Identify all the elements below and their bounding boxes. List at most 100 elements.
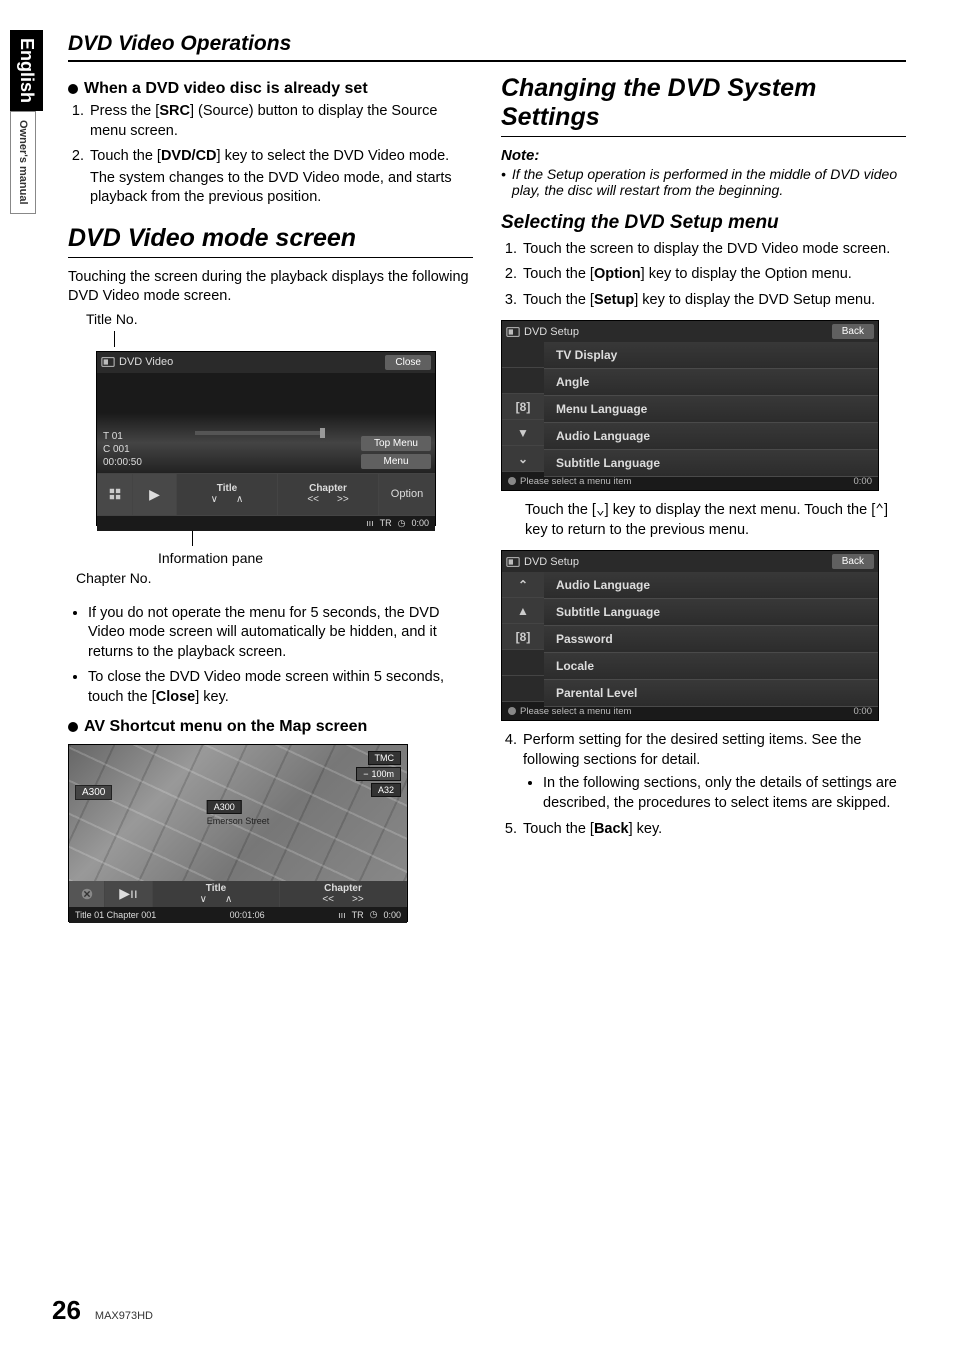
r-step-2: Touch the [Option] key to display the Op… — [521, 265, 906, 285]
heading-changing-settings: Changing the DVD System Settings — [501, 74, 906, 137]
mode-screen-intro: Touching the screen during the playback … — [68, 268, 473, 307]
side-tab: English Owner's manual — [10, 30, 50, 214]
r-step-5: Touch the [Back] key. — [521, 820, 906, 840]
setup-item-angle[interactable]: Angle — [544, 369, 878, 396]
map-road-badge-left: A300 — [75, 785, 112, 800]
language-tab: English — [10, 30, 43, 111]
model-label: MAX973HD — [95, 1310, 153, 1322]
dvd-setup-screenshot-1: DVD Setup Back [8] ▼ ⌄ TV Display Angle — [501, 320, 879, 491]
option-button[interactable]: Option — [379, 474, 435, 515]
play-pause-button[interactable]: ▶ — [133, 474, 177, 515]
map-street-label: A300 Emerson Street — [207, 800, 270, 826]
page-indicator: [8] — [502, 624, 544, 650]
close-icon — [80, 887, 94, 901]
title-chapter-info: T 01 C 001 00:00:50 — [103, 430, 142, 469]
scroll-down-key-icon: ⌄ — [596, 501, 605, 521]
media-icon — [506, 555, 520, 569]
close-button[interactable]: Close — [385, 355, 431, 370]
map-scale-chip: −100m — [356, 767, 401, 781]
source-button[interactable] — [97, 474, 133, 515]
media-icon — [101, 355, 115, 369]
source-icon — [108, 487, 122, 501]
status-bar: ııı TR ◷ 0:00 — [97, 515, 435, 531]
page-number: 26 — [52, 1295, 81, 1326]
callout-info-pane: Information pane — [158, 550, 473, 566]
r-step-3: Touch the [Setup] key to display the DVD… — [521, 291, 906, 311]
chapter-next-icon: >> — [337, 494, 349, 505]
setup-item-tv-display[interactable]: TV Display — [544, 342, 878, 369]
callout-chapter-no: Chapter No. — [76, 570, 473, 586]
scroll-bottom-button[interactable]: ⌄ — [502, 446, 544, 472]
title-up-icon: ∧ — [225, 894, 232, 905]
map-road-badge-right: A32 — [371, 783, 401, 797]
note-body: If the Setup operation is performed in t… — [501, 166, 906, 198]
scroll-down-button[interactable] — [502, 650, 544, 676]
scroll-up-button[interactable] — [502, 368, 544, 394]
info-dot-icon — [508, 707, 516, 715]
map-chapter-nav[interactable]: Chapter <<>> — [280, 881, 407, 907]
dvd-header-label: DVD Video — [101, 355, 173, 369]
title-down-icon: ∨ — [200, 894, 207, 905]
scroll-up-button[interactable]: ▲ — [502, 598, 544, 624]
scroll-instructions: Touch the [⌄] key to display the next me… — [525, 501, 906, 540]
map-status-time: 00:01:06 — [230, 910, 265, 920]
menu-button[interactable]: Menu — [361, 454, 431, 469]
r-step-1: Touch the screen to display the DVD Vide… — [521, 240, 906, 260]
setup-header-label: DVD Setup — [506, 555, 579, 569]
page-indicator: [8] — [502, 394, 544, 420]
step-2: Touch the [DVD/CD] key to select the DVD… — [88, 147, 473, 208]
setup-header-label: DVD Setup — [506, 325, 579, 339]
dvd-setup-screenshot-2: DVD Setup Back ⌃ ▲ [8] Audio Language Su… — [501, 550, 879, 721]
play-pause-button[interactable]: ▶ıı — [105, 881, 153, 907]
heading-selecting-setup: Selecting the DVD Setup menu — [501, 212, 906, 234]
nav-cancel-button[interactable] — [69, 881, 105, 907]
step-1: Press the [SRC] (Source) button to displ… — [88, 102, 473, 141]
volume-icon: ııı — [366, 518, 374, 528]
map-status-left: Title 01 Chapter 001 — [75, 910, 156, 920]
chapter-prev-icon: << — [307, 494, 319, 505]
chapter-next-icon: >> — [352, 894, 364, 905]
info-dot-icon — [508, 477, 516, 485]
chapter-prev-icon: << — [322, 894, 334, 905]
scroll-top-button[interactable] — [502, 342, 544, 368]
note-heading: Note: — [501, 147, 906, 164]
setup-item-menu-language[interactable]: Menu Language — [544, 396, 878, 423]
setup-item-subtitle-language[interactable]: Subtitle Language — [544, 450, 878, 477]
clock-icon: ◷ — [370, 909, 378, 920]
r-step-4: Perform setting for the desired setting … — [521, 731, 906, 813]
heading-av-shortcut: AV Shortcut menu on the Map screen — [68, 718, 473, 736]
heading-mode-screen: DVD Video mode screen — [68, 224, 473, 258]
top-menu-button[interactable]: Top Menu — [361, 436, 431, 451]
note-close: To close the DVD Video mode screen withi… — [88, 668, 473, 707]
scroll-up-key-icon: ⌃ — [875, 501, 884, 521]
note-timeout: If you do not operate the menu for 5 sec… — [88, 604, 473, 663]
chapter-nav[interactable]: Chapter <<>> — [278, 474, 379, 515]
media-icon — [506, 325, 520, 339]
heading-when-disc-set: When a DVD video disc is already set — [68, 80, 473, 98]
scroll-bottom-button[interactable] — [502, 676, 544, 702]
back-button[interactable]: Back — [832, 554, 874, 569]
scroll-down-button[interactable]: ▼ — [502, 420, 544, 446]
setup-item-parental-level[interactable]: Parental Level — [544, 680, 878, 707]
volume-icon: ııı — [338, 910, 346, 920]
map-screenshot: A300 TMC −100m A32 A300 Emerson Street — [68, 744, 408, 922]
setup-item-subtitle-language[interactable]: Subtitle Language — [544, 599, 878, 626]
back-button[interactable]: Back — [832, 324, 874, 339]
setup-item-password[interactable]: Password — [544, 626, 878, 653]
r-step-4-sub: In the following sections, only the deta… — [543, 774, 906, 813]
title-down-icon: ∨ — [211, 494, 218, 505]
clock-icon: ◷ — [398, 518, 406, 529]
setup-item-audio-language[interactable]: Audio Language — [544, 423, 878, 450]
map-title-nav[interactable]: Title ∨∧ — [153, 881, 280, 907]
scroll-top-button[interactable]: ⌃ — [502, 572, 544, 598]
title-nav[interactable]: Title ∨∧ — [177, 474, 278, 515]
manual-tab: Owner's manual — [10, 111, 36, 214]
map-traffic-chip: TMC — [368, 751, 402, 765]
page-title: DVD Video Operations — [68, 32, 906, 62]
dvd-mode-screenshot: DVD Video Close T 01 C 001 00:00:50 Top … — [96, 351, 436, 526]
title-up-icon: ∧ — [236, 494, 243, 505]
callout-title-no: Title No. — [86, 311, 473, 327]
setup-item-locale[interactable]: Locale — [544, 653, 878, 680]
progress-bar[interactable] — [195, 431, 325, 435]
setup-item-audio-language[interactable]: Audio Language — [544, 572, 878, 599]
